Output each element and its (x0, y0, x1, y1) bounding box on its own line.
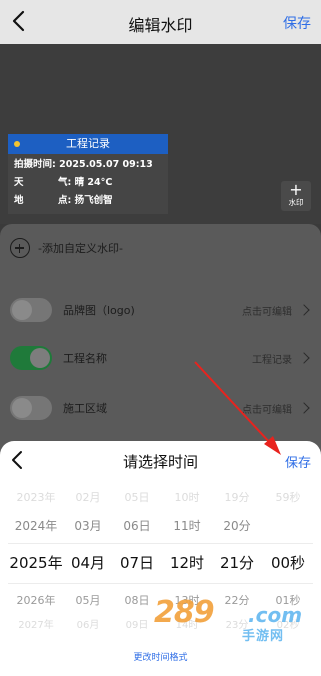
setting-value: 点击可编辑 (242, 404, 292, 416)
setting-item-logo[interactable]: 品牌图（logo) 点击可编辑 (10, 297, 311, 323)
minute-option-selected[interactable]: 21分 (212, 552, 262, 573)
year-option[interactable]: 2024年 (8, 517, 64, 534)
setting-label: 品牌图（logo) (63, 304, 135, 317)
logo-toggle[interactable] (10, 298, 52, 322)
watermark-row-key: 拍摄时间: (14, 159, 56, 170)
logo-name: 手游网 (242, 629, 285, 644)
minute-option[interactable]: 19分 (212, 489, 262, 505)
page-title: 编辑水印 (128, 16, 193, 35)
second-option[interactable]: 59秒 (262, 489, 314, 505)
watermark-row-value: 2025.05.07 09:13 (59, 159, 153, 170)
setting-value: 工程记录 (252, 354, 292, 366)
watermark-row: 天 气: 晴 24°C (14, 174, 162, 192)
add-circle-icon (10, 238, 30, 258)
construction-area-toggle[interactable] (10, 396, 52, 420)
hour-option[interactable]: 11时 (162, 517, 212, 534)
watermark-title: 工程记录 (66, 137, 110, 150)
watermark-row: 地 点: 扬飞创智 (14, 192, 162, 210)
day-option[interactable]: 05日 (112, 489, 162, 505)
watermark-row: 拍摄时间: 2025.05.07 09:13 (14, 156, 162, 174)
year-option[interactable]: 2027年 (8, 616, 64, 631)
chevron-right-icon (298, 352, 310, 364)
year-option-selected[interactable]: 2025年 (8, 552, 64, 573)
setting-label: 工程名称 (63, 352, 107, 365)
project-name-toggle[interactable] (10, 346, 52, 370)
day-option[interactable]: 06日 (112, 517, 162, 534)
watermark-body: 拍摄时间: 2025.05.07 09:13 天 气: 晴 24°C 地 点: 扬飞… (8, 154, 168, 214)
logo-domain: .com (248, 603, 303, 627)
site-watermark-logo: 289 .com 手游网 (150, 595, 320, 644)
picker-save-button[interactable]: 保存 (285, 452, 311, 471)
add-watermark-button[interactable]: + 水印 (281, 181, 311, 211)
add-watermark-label: 水印 (288, 198, 304, 207)
day-option-selected[interactable]: 07日 (112, 552, 162, 573)
photo-preview: 工程记录 拍摄时间: 2025.05.07 09:13 天 气: 晴 24°C 地… (0, 44, 321, 224)
watermark-card[interactable]: 工程记录 拍摄时间: 2025.05.07 09:13 天 气: 晴 24°C 地… (8, 134, 168, 214)
top-bar: 编辑水印 保存 (0, 0, 321, 44)
watermark-row-key: 天 (14, 177, 24, 188)
watermark-row-key: 地 (14, 195, 24, 206)
month-option[interactable]: 05月 (62, 592, 114, 608)
month-column[interactable]: 02月 03月 04月 05月 06月 (62, 485, 114, 635)
chevron-right-icon (298, 402, 310, 414)
year-option[interactable]: 2026年 (8, 592, 64, 608)
watermark-row-key-suffix: 气: (58, 177, 72, 188)
picker-title: 请选择时间 (122, 453, 198, 471)
year-column[interactable]: 2023年 2024年 2025年 2026年 2027年 (8, 485, 64, 635)
setting-value: 点击可编辑 (242, 306, 292, 318)
save-button[interactable]: 保存 (283, 13, 311, 33)
chevron-right-icon (298, 304, 310, 316)
dot-icon (14, 141, 20, 147)
watermark-row-value: 扬飞创智 (74, 195, 113, 206)
logo-number: 289 (154, 595, 215, 630)
month-option[interactable]: 06月 (62, 616, 114, 631)
plus-icon: + (289, 180, 303, 199)
setting-item-project-name[interactable]: 工程名称 工程记录 (10, 345, 311, 371)
month-option[interactable]: 02月 (62, 489, 114, 505)
minute-option[interactable]: 20分 (212, 517, 262, 534)
year-option[interactable]: 2023年 (8, 489, 64, 505)
watermark-header: 工程记录 (8, 134, 168, 154)
watermark-row-key-suffix: 点: (58, 195, 72, 206)
change-time-format-link[interactable]: 更改时间格式 (0, 650, 321, 663)
hour-option[interactable]: 10时 (162, 489, 212, 505)
second-option-selected[interactable]: 00秒 (262, 552, 314, 573)
add-custom-label: -添加自定义水印- (38, 242, 123, 255)
hour-option-selected[interactable]: 12时 (162, 552, 212, 573)
watermark-row-value: 晴 24°C (74, 177, 113, 188)
add-custom-watermark[interactable]: -添加自定义水印- (10, 236, 123, 260)
setting-item-construction-area[interactable]: 施工区域 点击可编辑 (10, 395, 311, 421)
month-option[interactable]: 03月 (62, 517, 114, 534)
month-option-selected[interactable]: 04月 (62, 552, 114, 573)
setting-label: 施工区域 (63, 402, 107, 415)
